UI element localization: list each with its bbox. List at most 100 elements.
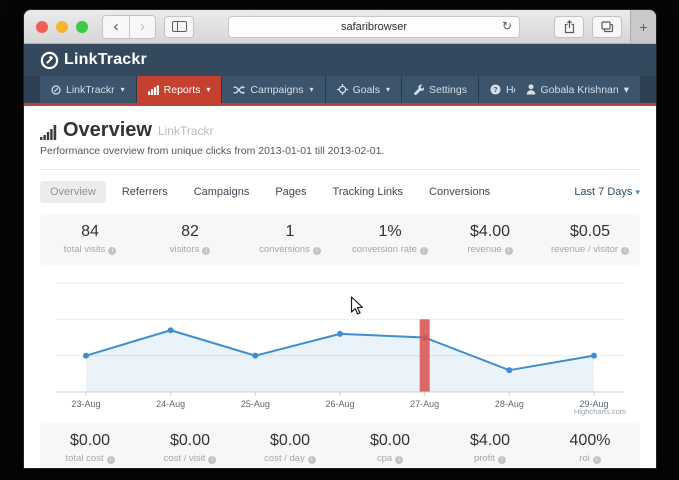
reload-button[interactable]: ↻ <box>502 19 512 33</box>
back-icon: ‹ <box>114 19 119 34</box>
new-tab-button[interactable]: + <box>630 10 656 43</box>
stat-cost-per-day: $0.00 cost / dayi <box>240 432 340 464</box>
caret-down-icon: ▾ <box>121 85 125 94</box>
nav-item-settings[interactable]: Settings <box>402 76 479 103</box>
svg-text:24-Aug: 24-Aug <box>156 399 185 409</box>
nav-item-reports[interactable]: Reports ▾ <box>137 76 223 103</box>
shuffle-icon <box>233 85 245 95</box>
plus-icon: + <box>639 19 647 35</box>
nav-item-goals[interactable]: Goals ▾ <box>326 76 402 103</box>
info-icon[interactable]: i <box>107 456 115 464</box>
info-icon[interactable]: i <box>395 456 403 464</box>
stat-roi: 400% roii <box>540 432 640 464</box>
caret-down-icon: ▾ <box>635 187 640 197</box>
stat-value: $0.00 <box>340 432 440 450</box>
show-tabs-button[interactable] <box>592 16 622 38</box>
title-block: Overview LinkTrackr Performance overview… <box>24 106 656 170</box>
minimize-window-button[interactable] <box>56 21 68 33</box>
visits-chart[interactable]: 23-Aug24-Aug25-Aug26-Aug27-Aug28-Aug29-A… <box>40 270 640 416</box>
user-name: Gobala Krishnan <box>541 84 619 96</box>
stat-value: 1% <box>340 223 440 241</box>
stat-label: conversionsi <box>240 244 340 255</box>
reload-icon: ↻ <box>502 19 512 33</box>
info-icon[interactable]: i <box>420 247 428 255</box>
stat-label: roii <box>540 453 640 464</box>
traffic-lights <box>36 21 88 33</box>
info-icon[interactable]: i <box>498 456 506 464</box>
stat-total-cost: $0.00 total costi <box>40 432 140 464</box>
back-button[interactable]: ‹ <box>103 16 129 38</box>
stat-label: profiti <box>440 453 540 464</box>
info-icon[interactable]: i <box>202 247 210 255</box>
nav-label: Campaigns <box>250 84 303 96</box>
nav-label: Goals <box>353 84 380 96</box>
safari-window: ‹ › safaribrowser ↻ + <box>24 10 656 468</box>
stat-label: cost / dayi <box>240 453 340 464</box>
stat-visitors: 82 visitorsi <box>140 223 240 255</box>
info-icon[interactable]: i <box>308 456 316 464</box>
period-selector[interactable]: Last 7 Days ▾ <box>574 186 640 198</box>
caret-down-icon: ▾ <box>624 84 629 96</box>
info-icon[interactable]: i <box>208 456 216 464</box>
stat-label: cpai <box>340 453 440 464</box>
stats-panel-bottom: $0.00 total costi $0.00 cost / visiti $0… <box>40 423 640 468</box>
info-icon[interactable]: i <box>621 247 629 255</box>
info-icon[interactable]: i <box>505 247 513 255</box>
history-nav-buttons: ‹ › <box>102 15 156 39</box>
stat-label: total visitsi <box>40 244 140 255</box>
help-icon: ? <box>490 84 501 95</box>
bar-chart-icon <box>148 85 159 95</box>
stat-conversion-rate: 1% conversion ratei <box>340 223 440 255</box>
user-menu[interactable]: Gobala Krishnan ▾ <box>515 76 641 103</box>
caret-down-icon: ▾ <box>386 85 390 94</box>
stat-profit: $4.00 profiti <box>440 432 540 464</box>
stat-label: total costi <box>40 453 140 464</box>
stat-value: $0.00 <box>140 432 240 450</box>
tab-referrers[interactable]: Referrers <box>112 181 178 203</box>
nav-item-linktrackr[interactable]: LinkTrackr ▾ <box>40 76 137 103</box>
stat-label: revenuei <box>440 244 540 255</box>
share-button[interactable] <box>554 16 584 38</box>
close-window-button[interactable] <box>36 21 48 33</box>
stats-panel-top: 84 total visitsi 82 visitorsi 1 conversi… <box>40 214 640 265</box>
info-icon[interactable]: i <box>313 247 321 255</box>
stat-label: cost / visiti <box>140 453 240 464</box>
address-bar[interactable]: safaribrowser ↻ <box>228 16 520 38</box>
info-icon[interactable]: i <box>593 456 601 464</box>
nav-item-campaigns[interactable]: Campaigns ▾ <box>222 76 325 103</box>
stat-value: $0.05 <box>540 223 640 241</box>
linktrackr-logo-icon <box>40 51 59 70</box>
tab-overview[interactable]: Overview <box>40 181 106 203</box>
browser-toolbar: ‹ › safaribrowser ↻ + <box>24 10 656 44</box>
info-icon[interactable]: i <box>108 247 116 255</box>
tab-tracking-links[interactable]: Tracking Links <box>323 181 414 203</box>
sidebar-button[interactable] <box>164 16 194 38</box>
address-text: safaribrowser <box>341 21 407 33</box>
logo-text[interactable]: LinkTrackr <box>64 51 147 69</box>
stat-revenue-per-visitor: $0.05 revenue / visitori <box>540 223 640 255</box>
svg-text:23-Aug: 23-Aug <box>71 399 100 409</box>
nav-label: Reports <box>164 84 201 96</box>
chart-bars-icon <box>40 124 57 140</box>
chart-svg-host: 23-Aug24-Aug25-Aug26-Aug27-Aug28-Aug29-A… <box>40 270 640 421</box>
caret-down-icon: ▾ <box>310 85 314 94</box>
tab-campaigns[interactable]: Campaigns <box>184 181 260 203</box>
page-title-suffix: LinkTrackr <box>158 124 214 140</box>
toolbar-right-buttons <box>554 16 622 38</box>
stat-label: visitorsi <box>140 244 240 255</box>
link-icon <box>51 85 61 95</box>
separator <box>40 169 640 170</box>
forward-button[interactable]: › <box>129 16 155 38</box>
main-nav: LinkTrackr ▾ Reports ▾ Campaigns ▾ <box>24 76 656 106</box>
sidebar-icon <box>172 21 187 32</box>
stat-value: $0.00 <box>240 432 340 450</box>
caret-down-icon: ▾ <box>206 85 210 94</box>
stat-value: 82 <box>140 223 240 241</box>
tab-conversions[interactable]: Conversions <box>419 181 500 203</box>
zoom-window-button[interactable] <box>76 21 88 33</box>
stat-cost-per-visit: $0.00 cost / visiti <box>140 432 240 464</box>
tab-pages[interactable]: Pages <box>265 181 316 203</box>
tabs-overview-icon <box>601 21 614 33</box>
stat-value: $0.00 <box>40 432 140 450</box>
app-header: LinkTrackr <box>24 44 656 76</box>
